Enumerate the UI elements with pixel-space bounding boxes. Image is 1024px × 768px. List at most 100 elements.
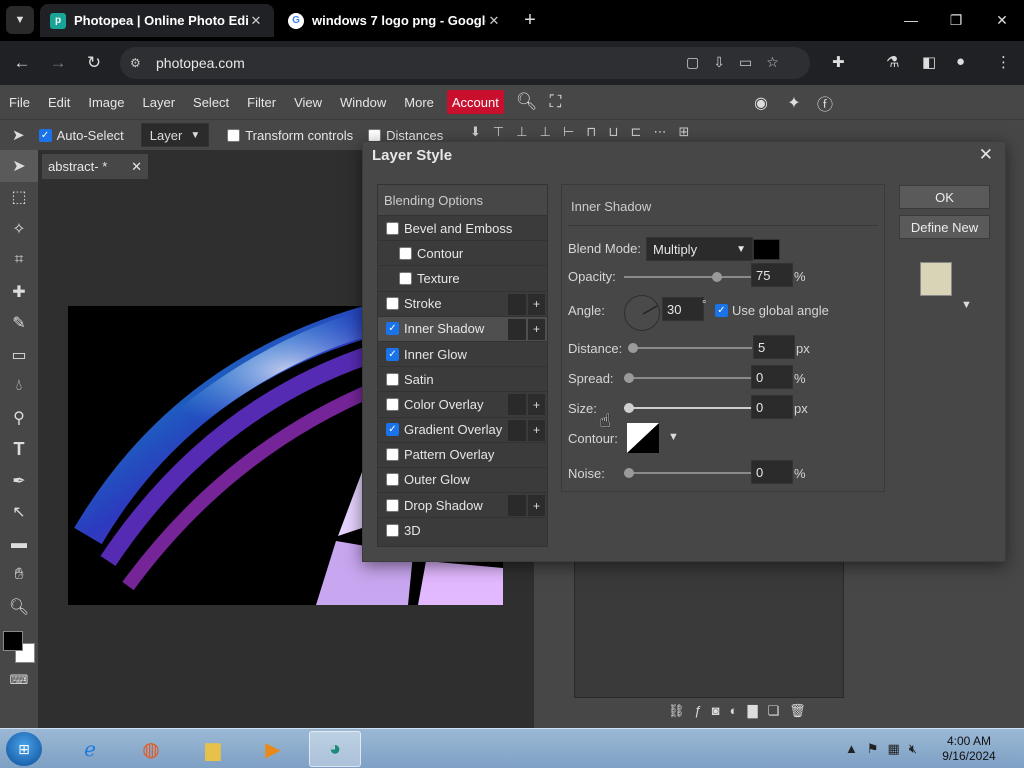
spread-slider[interactable] (624, 373, 752, 383)
distribute-top-icon[interactable]: ⊓ (586, 124, 596, 140)
size-input[interactable]: 0 (751, 395, 793, 419)
foreground-color-swatch[interactable] (3, 631, 23, 651)
restore-button[interactable]: ❐ (941, 8, 971, 32)
document-tab[interactable]: abstract- * ✕ (42, 154, 148, 179)
bookmark-star-icon[interactable]: ☆ (766, 54, 779, 71)
healing-tool[interactable]: ✚ (0, 276, 38, 308)
ok-button[interactable]: OK (899, 185, 990, 209)
style-checkbox[interactable] (386, 524, 399, 538)
distance-slider[interactable] (628, 343, 752, 353)
slider-knob[interactable] (628, 343, 638, 353)
style-checkbox[interactable] (399, 271, 412, 285)
menu-edit[interactable]: Edit (39, 85, 79, 119)
clipboard-icon[interactable]: ▢ (686, 54, 699, 71)
style-item-outer-glow[interactable]: Outer Glow (378, 468, 547, 494)
slider-knob[interactable] (712, 272, 722, 282)
site-settings-icon[interactable]: ⚙ (130, 56, 148, 70)
distance-input[interactable]: 5 (753, 335, 795, 359)
distribute-spacing-icon[interactable]: ⋯ (653, 124, 666, 140)
transform-controls-checkbox[interactable] (227, 128, 241, 142)
menu-filter[interactable]: Filter (238, 85, 285, 119)
style-item-color-overlay[interactable]: Color Overlay + (378, 392, 547, 418)
folder-icon[interactable]: ▇ (747, 703, 757, 719)
define-new-button[interactable]: Define New (899, 215, 990, 239)
reload-button[interactable]: ↻ (82, 51, 106, 75)
facebook-icon[interactable]: ⓕ (814, 92, 836, 114)
style-item-texture[interactable]: Texture (378, 266, 547, 292)
more-menu-icon[interactable]: ⋮ (996, 53, 1011, 71)
style-checkbox[interactable]: ✓ (386, 322, 399, 336)
style-item-inner-shadow[interactable]: ✓ Inner Shadow + (378, 316, 547, 342)
start-button[interactable]: ⊞ (6, 732, 42, 766)
style-checkbox[interactable] (386, 473, 399, 487)
style-checkbox[interactable]: ✓ (386, 423, 399, 437)
opacity-input[interactable]: 75 (751, 263, 793, 287)
preview-dropdown-icon[interactable]: ▼ (961, 299, 972, 311)
back-button[interactable]: ← (10, 51, 34, 75)
shadow-color-swatch[interactable] (753, 239, 780, 260)
distribute-middle-icon[interactable]: ⊔ (608, 124, 618, 140)
side-panel-icon[interactable]: ◧ (922, 53, 936, 71)
style-checkbox[interactable] (386, 397, 399, 411)
menu-file[interactable]: File (0, 85, 39, 119)
add-style-button[interactable]: + (528, 293, 545, 315)
style-item-inner-glow[interactable]: ✓ Inner Glow (378, 342, 547, 368)
menu-view[interactable]: View (285, 85, 331, 119)
forward-button[interactable]: → (46, 51, 70, 75)
style-checkbox[interactable] (386, 297, 399, 311)
mask-icon[interactable]: ◙ (712, 703, 720, 719)
type-tool[interactable]: T (0, 434, 38, 466)
minimize-button[interactable]: — (896, 8, 926, 32)
layers-list[interactable] (574, 560, 844, 698)
close-dialog-icon[interactable]: ✕ (979, 145, 993, 165)
style-item-drop-shadow[interactable]: Drop Shadow + (378, 493, 547, 519)
close-tab-icon[interactable]: ✕ (486, 13, 502, 29)
blend-mode-select[interactable]: Multiply ▼ (646, 237, 753, 261)
style-item-gradient-overlay[interactable]: ✓ Gradient Overlay + (378, 418, 547, 443)
crop-tool[interactable]: ⌗ (0, 245, 38, 277)
close-icon[interactable]: ✕ (131, 159, 142, 175)
pen-tool[interactable]: ✒ (0, 465, 38, 497)
taskbar-media-player[interactable]: ▶ (247, 731, 299, 767)
flag-icon[interactable]: ⚑ (867, 741, 879, 757)
contour-dropdown-icon[interactable]: ▼ (668, 431, 679, 443)
reddit-icon[interactable]: ◉ (750, 92, 772, 114)
link-icon[interactable]: ⛓ (668, 703, 685, 719)
add-style-button[interactable]: + (528, 419, 545, 441)
taskbar-internet-explorer[interactable]: ℯ (64, 731, 116, 767)
add-style-button[interactable]: + (528, 394, 545, 416)
distances-checkbox[interactable] (368, 128, 382, 142)
style-item-3d[interactable]: 3D (378, 518, 547, 543)
search-icon[interactable]: 🔍︎ (516, 92, 538, 112)
profile-avatar-icon[interactable]: ● (956, 53, 965, 70)
adjustment-icon[interactable]: ◐ (730, 703, 738, 719)
noise-input[interactable]: 0 (751, 460, 793, 484)
distribute-bottom-icon[interactable]: ⊏ (631, 124, 642, 140)
tab-photopea[interactable]: p Photopea | Online Photo Editor ✕ (40, 4, 274, 37)
effects-icon[interactable]: ƒ (695, 703, 702, 719)
add-style-button[interactable]: + (528, 318, 545, 340)
align-bottom-icon[interactable]: ⊥ (540, 124, 551, 140)
menu-window[interactable]: Window (331, 85, 395, 119)
new-layer-icon[interactable]: ❏ (767, 703, 779, 719)
install-app-icon[interactable]: ⇩ (713, 54, 725, 71)
marquee-tool[interactable]: ⬚ (0, 182, 38, 214)
extensions-icon[interactable]: ✚ (832, 53, 845, 71)
style-item-satin[interactable]: Satin (378, 367, 547, 393)
opacity-slider[interactable] (624, 272, 752, 282)
slider-knob[interactable] (624, 403, 634, 413)
slider-knob[interactable] (624, 468, 634, 478)
slider-knob[interactable] (624, 373, 634, 383)
tab-google-search[interactable]: G windows 7 logo png - Google Search ✕ (278, 4, 512, 37)
align-top-icon[interactable]: ⊤ (493, 124, 504, 140)
brush-tool[interactable]: ✎ (0, 308, 38, 340)
auto-select-checkbox[interactable]: ✓ (38, 128, 52, 142)
auto-select-target-select[interactable]: Layer ▼ (140, 123, 210, 147)
page-icon[interactable]: ▭ (739, 54, 752, 71)
style-checkbox[interactable] (399, 246, 412, 260)
add-style-button[interactable]: + (528, 495, 545, 517)
menu-layer[interactable]: Layer (134, 85, 185, 119)
blending-options-item[interactable]: Blending Options (378, 185, 547, 216)
close-window-button[interactable]: ✕ (987, 8, 1017, 32)
menu-select[interactable]: Select (184, 85, 238, 119)
